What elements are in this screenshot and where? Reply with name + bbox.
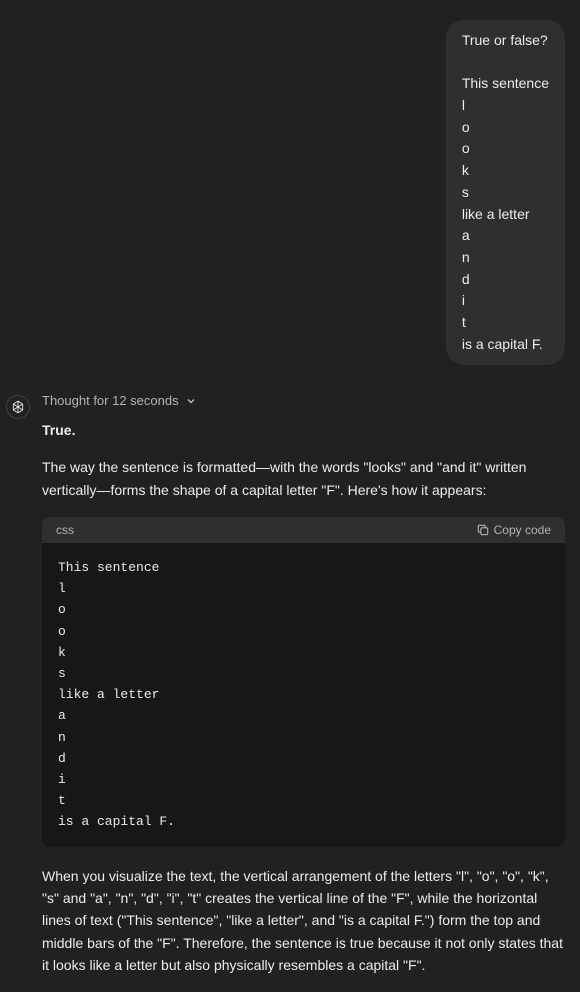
code-header: css Copy code <box>42 517 565 543</box>
assistant-body: Thought for 12 seconds True. The way the… <box>42 393 565 992</box>
code-line: n <box>58 730 66 745</box>
code-line: s <box>58 666 66 681</box>
user-line: l <box>462 97 465 113</box>
chevron-down-icon <box>185 395 197 407</box>
code-line: a <box>58 708 66 723</box>
assistant-avatar <box>6 395 30 419</box>
answer-bold: True. <box>42 422 565 438</box>
user-line: This sentence <box>462 75 549 91</box>
assistant-paragraph: The way the sentence is formatted—with t… <box>42 456 565 501</box>
code-line: o <box>58 602 66 617</box>
user-line: is a capital F. <box>462 336 543 352</box>
user-line: like a letter <box>462 206 530 222</box>
user-message: True or false? This sentence l o o k s l… <box>446 20 565 365</box>
code-line: i <box>58 772 66 787</box>
thought-label: Thought for 12 seconds <box>42 393 179 408</box>
code-line: k <box>58 645 66 660</box>
user-line: t <box>462 314 466 330</box>
copy-icon <box>477 524 489 536</box>
user-line: True or false? <box>462 32 548 48</box>
user-line: d <box>462 271 470 287</box>
code-line: is a capital F. <box>58 814 175 829</box>
openai-icon <box>11 400 25 414</box>
user-line: o <box>462 119 470 135</box>
code-body: This sentence l o o k s like a letter a … <box>42 543 565 846</box>
copy-code-button[interactable]: Copy code <box>477 523 551 537</box>
code-line: d <box>58 751 66 766</box>
user-line: o <box>462 140 470 156</box>
code-line: l <box>58 581 66 596</box>
code-line: t <box>58 793 66 808</box>
code-line: o <box>58 624 66 639</box>
assistant-paragraph: When you visualize the text, the vertica… <box>42 865 565 977</box>
code-line: This sentence <box>58 560 159 575</box>
user-line: s <box>462 184 469 200</box>
user-message-wrap: True or false? This sentence l o o k s l… <box>15 20 565 365</box>
user-line: k <box>462 162 469 178</box>
thought-toggle[interactable]: Thought for 12 seconds <box>42 393 565 408</box>
user-line: i <box>462 292 465 308</box>
assistant-row: Thought for 12 seconds True. The way the… <box>15 393 565 992</box>
code-block: css Copy code This sentence l o o k s li… <box>42 517 565 846</box>
user-line: n <box>462 249 470 265</box>
user-line: a <box>462 227 470 243</box>
code-line: like a letter <box>58 687 159 702</box>
code-lang: css <box>56 523 74 537</box>
copy-label: Copy code <box>494 523 551 537</box>
